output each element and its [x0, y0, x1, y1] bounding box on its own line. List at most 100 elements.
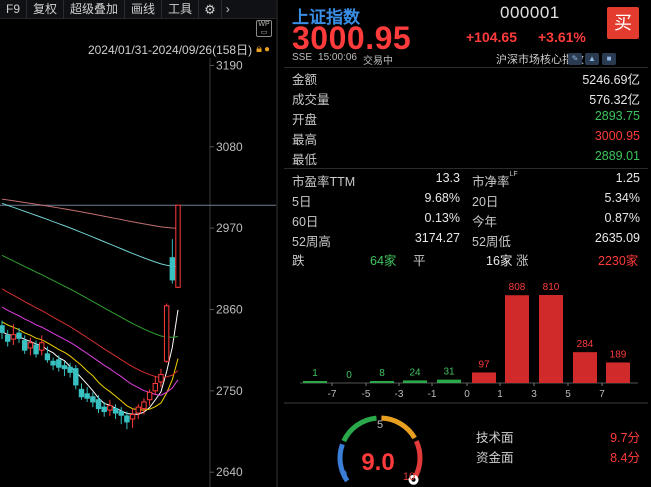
buy-button[interactable]: 买 [607, 7, 639, 39]
candle-body [135, 406, 141, 414]
histogram-bar-label: 189 [610, 349, 627, 360]
candle [107, 399, 113, 416]
up-label: 涨 [516, 254, 529, 268]
candle-body [22, 340, 28, 351]
gauge-arc-high [413, 440, 423, 478]
candle [56, 355, 62, 372]
toolbar-adjust[interactable]: 复权 [27, 0, 65, 19]
candle [158, 368, 164, 388]
candle-body [152, 382, 158, 392]
edit-icon[interactable]: ✎ [568, 53, 582, 65]
kline-chart[interactable]: 3190 3080 2970 2860 2750 2640 [0, 58, 276, 487]
y-tick-label: 2860 [216, 302, 243, 316]
tech-value: 9.7分 [610, 431, 640, 445]
histogram-bar-label: 808 [509, 282, 526, 293]
candle-body [175, 204, 181, 288]
candle [10, 324, 17, 345]
ma30-line [1, 288, 179, 379]
ma60-line [1, 254, 179, 338]
histogram-tick-label: 3 [531, 389, 537, 400]
flat-count: 16家 [486, 254, 513, 268]
candle [175, 204, 181, 289]
stat-label: 最高 [292, 133, 318, 147]
toolbar-f9[interactable]: F9 [0, 0, 28, 19]
stat-value: 3000.95 [594, 129, 640, 143]
histogram-bar-label: 8 [379, 368, 385, 379]
candle [163, 303, 170, 363]
stat-label: 成交量 [292, 93, 330, 107]
down-count: 64家 [370, 254, 397, 268]
candle-body [39, 342, 45, 351]
candle-body [10, 334, 17, 340]
gauge-min-label: 0 [341, 469, 347, 481]
kline-svg: 3190 3080 2970 2860 2750 2640 [0, 58, 276, 487]
toolbar-overlay[interactable]: 超级叠加 [64, 0, 126, 19]
candle [95, 395, 102, 414]
ratio-52w-low: 52周低 2635.09 [472, 231, 640, 251]
dot-icon: ● [263, 43, 270, 55]
ratio-value: 9.68% [424, 191, 460, 205]
candle-body [112, 408, 119, 414]
histogram-bar-label: 31 [443, 367, 455, 378]
histogram-bar-label: 24 [409, 367, 421, 378]
candle [84, 387, 90, 402]
stat-value: 5246.69亿 [582, 73, 640, 87]
histogram-bar-label: 97 [478, 359, 490, 370]
ratio-20d: 20日 5.34% [472, 191, 640, 211]
divider [284, 402, 648, 404]
gauge-value: 9.0 [361, 449, 394, 476]
y-tick-label: 2970 [216, 221, 243, 235]
toolbar-draw[interactable]: 画线 [125, 0, 163, 19]
y-tick-label: 3080 [216, 140, 243, 154]
wp-icon[interactable]: WP ▭ [256, 20, 272, 37]
candle-body [90, 396, 96, 403]
share-icon[interactable]: ■ [602, 53, 616, 65]
gauge-arc-midhigh [381, 415, 417, 440]
down-label: 跌 [292, 254, 305, 268]
ratio-label: 60日 [292, 215, 319, 229]
ratio-value: 0.13% [424, 211, 460, 225]
stat-low: 最低 2889.01 [292, 149, 640, 169]
candle-body [27, 342, 34, 349]
ratio-52w-high: 52周高 3174.27 [292, 231, 460, 251]
ratio-label: 市盈率TTM [292, 175, 356, 189]
histogram-tick-label: 7 [599, 389, 605, 400]
bell-icon[interactable]: ▲ [585, 53, 599, 65]
stat-volume: 成交量 576.32亿 [292, 89, 640, 109]
chevron-right-icon[interactable]: › [222, 0, 234, 19]
fund-label: 资金面 [476, 451, 514, 465]
candle-body [141, 401, 147, 410]
gauge-svg: 5 0 10 9.0 [337, 415, 423, 485]
stat-value: 2889.01 [594, 149, 640, 163]
gear-icon[interactable]: ⚙ [199, 0, 222, 19]
candle-body [16, 332, 22, 339]
score-gauge: 5 0 10 9.0 [320, 410, 440, 487]
candle [4, 330, 11, 347]
ratio-label: 市净率LF [472, 171, 518, 189]
price-change: +104.65 [466, 29, 517, 45]
quote-subline: SSE 15:00:06 交易中 [292, 52, 393, 67]
ratio-value: 3174.27 [414, 231, 460, 245]
gauge-mid-label: 5 [377, 419, 383, 431]
candle [169, 239, 176, 284]
histogram-tick-label: -3 [395, 389, 404, 400]
ratio-label: 今年 [472, 215, 498, 229]
date-range: 2024/01/31-2024/09/26(158日) 🔒︎ ● [0, 40, 276, 58]
ma20-line [1, 306, 179, 396]
candle [0, 320, 5, 340]
ma250-line [1, 198, 179, 229]
toolbar-tools[interactable]: 工具 [162, 0, 200, 19]
divider [284, 168, 648, 169]
divider [276, 0, 278, 487]
tech-row: 技术面 9.7分 [476, 427, 640, 447]
lock-icon[interactable]: 🔒︎ [256, 43, 262, 56]
candle [135, 404, 141, 419]
candle-body [101, 406, 107, 413]
candle-body [44, 353, 51, 361]
ratio-label: 20日 [472, 195, 499, 209]
index-code: 000001 [500, 3, 560, 22]
histogram-bar-label: 284 [577, 339, 594, 350]
y-tick-label: 2750 [216, 384, 243, 398]
ratio-value: 1.25 [615, 171, 640, 185]
mini-icons: ✎ ▲ ■ [568, 53, 616, 65]
